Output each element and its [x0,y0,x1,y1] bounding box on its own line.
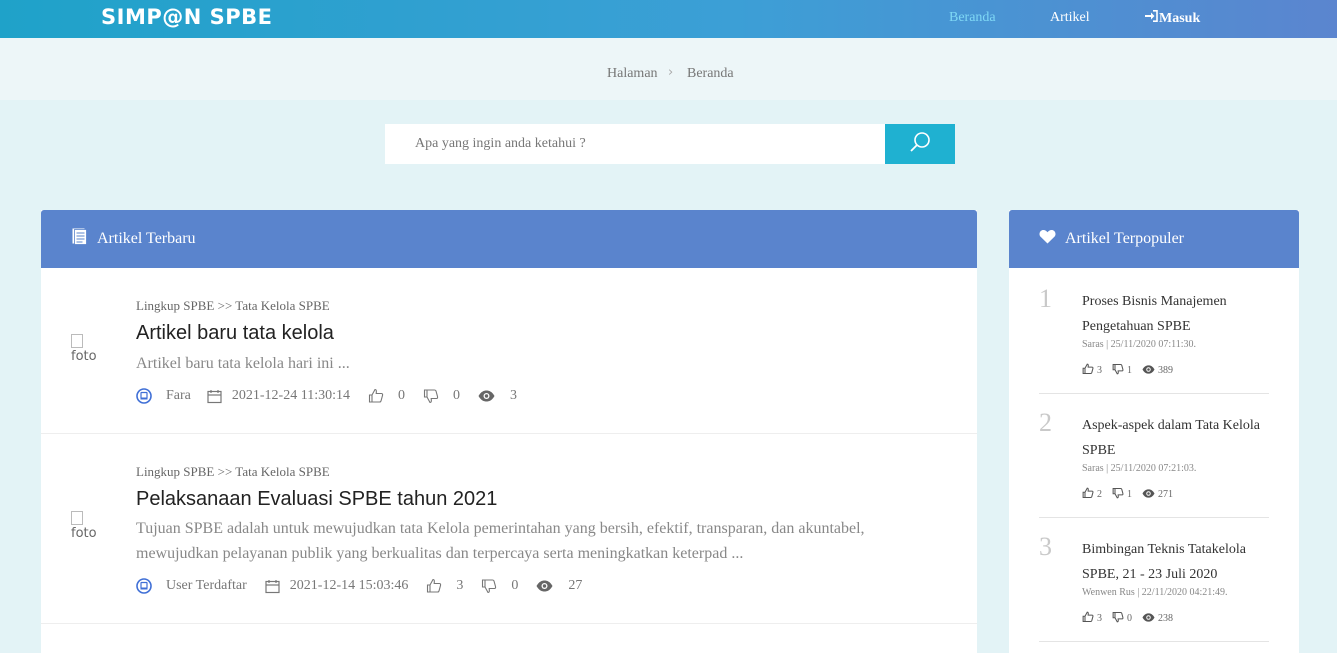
breadcrumb-beranda: Beranda [687,66,734,81]
popular-byline: Wenwen Rus | 22/11/2020 04:21:49. [1082,587,1228,598]
article-thumbnail-alt: foto [71,349,97,364]
nav-masuk-label: Masuk [1159,10,1201,26]
article-excerpt: Tujuan SPBE adalah untuk mewujudkan tata… [136,520,865,562]
article-date: 2021-12-14 15:03:46 [289,578,409,593]
article-title[interactable]: Artikel baru tata kelola [136,322,334,345]
article-thumbnail[interactable]: foto [71,333,101,365]
eye-icon [1142,488,1155,501]
chevron-right-icon: › [668,65,674,80]
thumbs-down-icon[interactable] [1112,363,1124,378]
user-icon [136,578,152,594]
popular-likes: 3 [1097,365,1102,376]
popular-dislikes: 1 [1127,489,1132,500]
article-category[interactable]: Lingkup SPBE >> Tata Kelola SPBE [136,464,330,480]
popular-rank: 3 [1039,532,1052,561]
popular-stats: 3 0 238 [1082,611,1183,626]
latest-articles-header: Artikel Terbaru [41,210,977,268]
article-item: foto Lingkup SPBE >> Tata Kelola SPBE Ar… [41,268,977,434]
eye-icon [536,580,553,592]
user-icon [136,388,152,404]
search-icon [909,131,931,158]
thumbs-up-icon[interactable] [426,578,442,594]
thumbs-down-icon[interactable] [1112,487,1124,502]
top-navbar: SIMP@N SPBE Beranda Artikel Masuk [0,0,1337,38]
popular-dislikes: 1 [1127,365,1132,376]
popular-views: 238 [1158,613,1173,624]
popular-dislikes: 0 [1127,613,1132,624]
breadcrumb-halaman[interactable]: Halaman [607,66,658,82]
popular-likes: 2 [1097,489,1102,500]
article-item: foto Lingkup SPBE >> Tata Kelola SPBE Pe… [41,434,977,624]
nav-masuk[interactable]: Masuk [1145,10,1200,27]
thumbs-up-icon[interactable] [1082,363,1094,378]
popular-item: 2 Aspek-aspek dalam Tata Kelola SPBE Sar… [1039,408,1269,518]
document-icon [72,228,87,250]
breadcrumb: Halaman › Beranda [0,38,1337,100]
article-likes: 3 [456,578,464,593]
nav-artikel[interactable]: Artikel [1050,10,1090,26]
popular-rank: 1 [1039,284,1052,313]
calendar-icon [207,389,222,404]
article-title[interactable]: Pelaksanaan Evaluasi SPBE tahun 2021 [136,488,497,511]
calendar-icon [265,579,280,594]
search-button[interactable] [885,124,955,164]
popular-articles-title: Artikel Terpopuler [1065,230,1184,247]
heart-icon [1039,229,1056,249]
popular-item: 1 Proses Bisnis Manajemen Pengetahuan SP… [1039,284,1269,394]
article-category[interactable]: Lingkup SPBE >> Tata Kelola SPBE [136,298,330,314]
popular-title[interactable]: Proses Bisnis Manajemen Pengetahuan SPBE [1082,289,1267,339]
popular-articles-header: Artikel Terpopuler [1009,210,1299,268]
popular-likes: 3 [1097,613,1102,624]
brand-logo[interactable]: SIMP@N SPBE [101,5,272,29]
popular-title[interactable]: Bimbingan Teknis Tatakelola SPBE, 21 - 2… [1082,537,1267,587]
popular-rank: 2 [1039,408,1052,437]
article-date: 2021-12-24 11:30:14 [231,388,350,403]
popular-byline: Saras | 25/11/2020 07:11:30. [1082,339,1197,350]
article-thumbnail-alt: foto [71,526,97,541]
popular-views: 389 [1158,365,1173,376]
article-dislikes: 0 [511,578,519,593]
article-meta: User Terdaftar 2021-12-14 15:03:46 3 0 2… [136,578,582,594]
eye-icon [1142,364,1155,377]
popular-views: 271 [1158,489,1173,500]
article-thumbnail[interactable]: foto [71,510,101,542]
article-excerpt: Artikel baru tata kelola hari ini ... [136,355,350,372]
latest-articles-panel: Artikel Terbaru foto Lingkup SPBE >> Tat… [41,210,977,653]
article-views: 3 [509,388,517,403]
thumbs-down-icon[interactable] [1112,611,1124,626]
nav-beranda[interactable]: Beranda [949,10,996,26]
search-input[interactable] [385,124,885,164]
thumbs-down-icon[interactable] [481,578,497,594]
article-author: Fara [166,388,191,403]
eye-icon [1142,612,1155,625]
latest-articles-title: Artikel Terbaru [97,230,196,247]
popular-title[interactable]: Aspek-aspek dalam Tata Kelola SPBE [1082,413,1267,463]
article-likes: 0 [397,388,405,403]
thumbs-up-icon[interactable] [1082,487,1094,502]
article-meta: Fara 2021-12-24 11:30:14 0 0 3 [136,388,517,404]
article-views: 27 [568,578,583,593]
popular-item: 3 Bimbingan Teknis Tatakelola SPBE, 21 -… [1039,532,1269,642]
popular-stats: 3 1 389 [1082,363,1183,378]
thumbs-up-icon[interactable] [1082,611,1094,626]
thumbs-up-icon[interactable] [368,388,384,404]
sign-in-icon [1145,10,1158,27]
article-dislikes: 0 [452,388,460,403]
article-author: User Terdaftar [166,578,247,593]
thumbs-down-icon[interactable] [423,388,439,404]
popular-articles-panel: Artikel Terpopuler 1 Proses Bisnis Manaj… [1009,210,1299,653]
popular-stats: 2 1 271 [1082,487,1183,502]
eye-icon [478,390,495,402]
popular-byline: Saras | 25/11/2020 07:21:03. [1082,463,1197,474]
